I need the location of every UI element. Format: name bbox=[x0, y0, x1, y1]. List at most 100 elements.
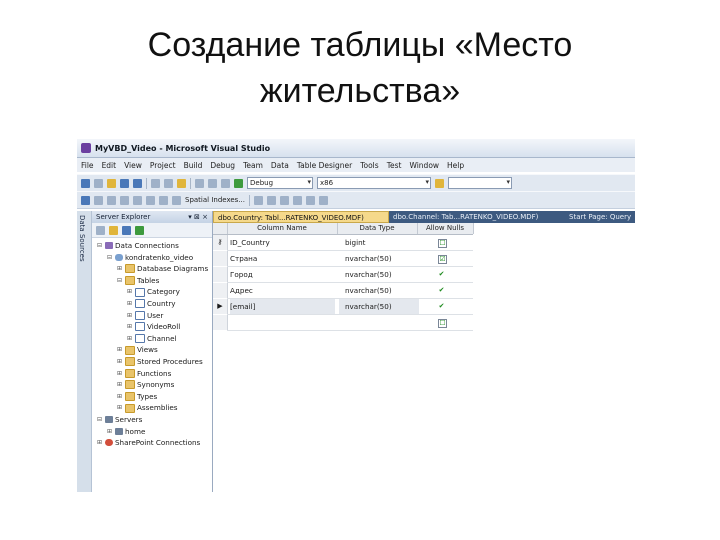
navigate-icon[interactable] bbox=[221, 178, 230, 188]
menu-project[interactable]: Project bbox=[150, 161, 176, 170]
current-row-arrow-icon[interactable]: ▶ bbox=[213, 299, 228, 314]
cut-icon[interactable] bbox=[151, 178, 160, 188]
tree-item[interactable]: ⊞ Stored Procedures bbox=[92, 356, 212, 368]
connect-to-server-icon[interactable] bbox=[135, 225, 144, 235]
allow-nulls-checkbox[interactable]: ☑ bbox=[438, 255, 447, 264]
expand-icon[interactable]: ⊞ bbox=[116, 263, 123, 275]
menu-test[interactable]: Test bbox=[387, 161, 402, 170]
tree-item[interactable]: ⊞ Database Diagrams bbox=[92, 263, 212, 275]
tree-item[interactable]: ⊟ Data Connections bbox=[92, 240, 212, 252]
expand-icon[interactable]: ⊞ bbox=[116, 402, 123, 414]
column-name-cell[interactable]: Страна bbox=[230, 251, 335, 266]
tree-item[interactable]: ⊞ Category bbox=[92, 286, 212, 298]
tree-item[interactable]: ⊟ Servers bbox=[92, 414, 212, 426]
data-type-cell[interactable] bbox=[339, 315, 419, 330]
menu-view[interactable]: View bbox=[124, 161, 142, 170]
allow-nulls-checkbox[interactable]: ✔ bbox=[438, 271, 445, 278]
tab-dbo-country[interactable]: dbo.Country: Tabl...RATENKO_VIDEO.MDF) bbox=[213, 211, 389, 223]
new-project-icon[interactable] bbox=[81, 178, 90, 188]
expand-icon[interactable]: ⊞ bbox=[116, 391, 123, 403]
tree-item[interactable]: ⊞ Views bbox=[92, 344, 212, 356]
menu-help[interactable]: Help bbox=[447, 161, 464, 170]
add-item-icon[interactable] bbox=[94, 178, 103, 188]
expand-icon[interactable]: ⊞ bbox=[96, 437, 103, 449]
menu-file[interactable]: File bbox=[81, 161, 94, 170]
generate-script-icon[interactable] bbox=[254, 195, 264, 205]
allow-nulls-checkbox[interactable]: ✔ bbox=[438, 287, 445, 294]
menu-data[interactable]: Data bbox=[271, 161, 289, 170]
toolbar-icon[interactable] bbox=[293, 195, 303, 205]
connect-to-database-icon[interactable] bbox=[122, 225, 131, 235]
tree-item[interactable]: ⊞ Types bbox=[92, 391, 212, 403]
menu-build[interactable]: Build bbox=[184, 161, 203, 170]
solution-configuration-select[interactable]: Debug bbox=[247, 177, 313, 189]
toolbar-icon[interactable] bbox=[306, 195, 316, 205]
tree-item[interactable]: ⊞ home bbox=[92, 426, 212, 438]
column-name-cell[interactable] bbox=[230, 315, 335, 330]
insert-column-icon[interactable] bbox=[94, 195, 103, 205]
row-selector[interactable] bbox=[213, 251, 228, 266]
allow-nulls-checkbox[interactable]: ☐ bbox=[438, 319, 447, 328]
copy-icon[interactable] bbox=[164, 178, 173, 188]
toolbar-icon[interactable] bbox=[319, 195, 329, 205]
menu-edit[interactable]: Edit bbox=[102, 161, 117, 170]
refresh-icon[interactable] bbox=[96, 225, 105, 235]
xml-indexes-icon[interactable] bbox=[159, 195, 168, 205]
table-row[interactable]: Страна nvarchar(50) ☑ bbox=[213, 251, 473, 267]
data-type-cell[interactable]: nvarchar(50) bbox=[339, 299, 419, 314]
menu-tools[interactable]: Tools bbox=[360, 161, 378, 170]
menu-debug[interactable]: Debug bbox=[210, 161, 235, 170]
column-name-cell[interactable]: Город bbox=[230, 267, 335, 282]
table-row[interactable]: ▶ [email] nvarchar(50) ✔ bbox=[213, 299, 473, 315]
table-row[interactable]: ☐ bbox=[213, 315, 473, 331]
tree-item[interactable]: ⊞ SharePoint Connections bbox=[92, 437, 212, 449]
undo-icon[interactable] bbox=[195, 178, 204, 188]
data-type-cell[interactable]: nvarchar(50) bbox=[339, 283, 419, 298]
table-row[interactable]: Город nvarchar(50) ✔ bbox=[213, 267, 473, 283]
collapse-icon[interactable]: ⊟ bbox=[106, 252, 113, 264]
collapse-icon[interactable]: ⊟ bbox=[96, 240, 103, 252]
row-selector[interactable] bbox=[213, 283, 228, 298]
tree-item[interactable]: ⊞ VideoRoll bbox=[92, 321, 212, 333]
expand-icon[interactable]: ⊞ bbox=[126, 321, 133, 333]
menu-table-designer[interactable]: Table Designer bbox=[297, 161, 352, 170]
relationships-icon[interactable] bbox=[120, 195, 129, 205]
expand-icon[interactable]: ⊞ bbox=[116, 379, 123, 391]
tree-item[interactable]: ⊞ Synonyms bbox=[92, 379, 212, 391]
stop-refresh-icon[interactable] bbox=[109, 225, 118, 235]
spatial-indexes-icon[interactable] bbox=[172, 195, 181, 205]
tree-item[interactable]: ⊞ Channel bbox=[92, 333, 212, 345]
expand-icon[interactable]: ⊞ bbox=[126, 298, 133, 310]
save-icon[interactable] bbox=[120, 178, 129, 188]
collapse-icon[interactable]: ⊟ bbox=[116, 275, 123, 287]
tree-item[interactable]: ⊞ Country bbox=[92, 298, 212, 310]
data-type-cell[interactable]: nvarchar(50) bbox=[339, 267, 419, 282]
table-row[interactable]: Адрес nvarchar(50) ✔ bbox=[213, 283, 473, 299]
allow-nulls-checkbox[interactable]: ☐ bbox=[438, 239, 447, 248]
expand-icon[interactable]: ⊞ bbox=[116, 344, 123, 356]
redo-icon[interactable] bbox=[208, 178, 217, 188]
allow-nulls-checkbox[interactable]: ✔ bbox=[438, 303, 445, 310]
find-combo[interactable] bbox=[448, 177, 512, 189]
expand-icon[interactable]: ⊞ bbox=[116, 356, 123, 368]
panel-pin-close-controls[interactable]: ▾ ⊠ × bbox=[188, 211, 208, 223]
column-name-cell[interactable]: ID_Country bbox=[230, 235, 335, 250]
set-primary-key-icon[interactable] bbox=[81, 195, 90, 205]
indexes-keys-icon[interactable] bbox=[133, 195, 142, 205]
tree-item[interactable]: ⊞ Assemblies bbox=[92, 402, 212, 414]
fulltext-index-icon[interactable] bbox=[146, 195, 155, 205]
data-type-cell[interactable]: nvarchar(50) bbox=[339, 251, 419, 266]
column-name-cell[interactable]: [email] bbox=[230, 299, 335, 314]
menu-team[interactable]: Team bbox=[243, 161, 263, 170]
spatial-indexes-button[interactable]: Spatial Indexes... bbox=[185, 196, 245, 204]
table-row[interactable]: ⚷ ID_Country bigint ☐ bbox=[213, 235, 473, 251]
column-name-cell[interactable]: Адрес bbox=[230, 283, 335, 298]
tree-item[interactable]: ⊟ kondratenko_video bbox=[92, 252, 212, 264]
tab-dbo-channel[interactable]: dbo.Channel: Tab...RATENKO_VIDEO.MDF) bbox=[393, 211, 565, 223]
collapse-icon[interactable]: ⊟ bbox=[96, 414, 103, 426]
open-file-icon[interactable] bbox=[107, 178, 116, 188]
row-selector[interactable] bbox=[213, 267, 228, 282]
tree-item[interactable]: ⊞ Functions bbox=[92, 368, 212, 380]
start-debugging-icon[interactable] bbox=[234, 178, 243, 188]
data-type-cell[interactable]: bigint bbox=[339, 235, 419, 250]
